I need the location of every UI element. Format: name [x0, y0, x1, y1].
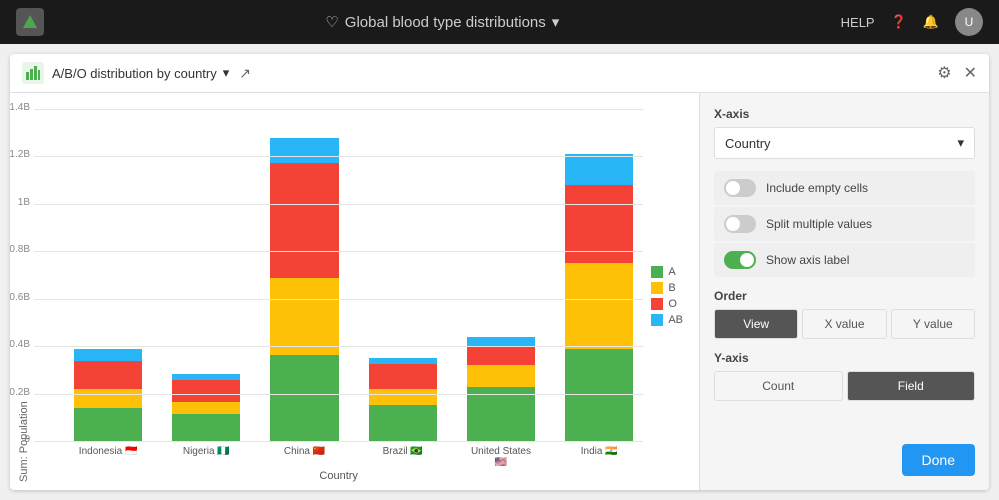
split-multiple-label: Split multiple values: [766, 217, 872, 231]
panel-header-actions: ⚙ ✕: [937, 63, 977, 83]
legend-label: B: [668, 282, 675, 294]
settings-icon[interactable]: ⚙: [937, 63, 951, 83]
legend-color-box: [651, 298, 663, 310]
y-axis-buttons: Count Field: [714, 371, 975, 401]
legend-item: A: [651, 266, 683, 278]
gridline-1: 1.4B: [34, 109, 643, 110]
chart-plot: 1.4B 1.2B 1B 0.8B 0.6B 0.4B 0.2B 0: [34, 109, 643, 482]
legend-label: A: [668, 266, 675, 278]
gridline-2: 1.2B: [34, 156, 643, 157]
panel-header: A/B/O distribution by country ▾ ↗ ⚙ ✕: [10, 54, 989, 93]
help-label[interactable]: HELP: [841, 15, 875, 30]
order-section-label: Order: [714, 289, 975, 303]
show-axis-label-toggle-row: Show axis label: [714, 243, 975, 277]
dashboard-title: Global blood type distributions: [345, 14, 546, 31]
x-axis-dropdown-chevron: ▾: [957, 135, 964, 151]
gridline-4: 0.8B: [34, 251, 643, 252]
y-axis-field-button[interactable]: Field: [847, 371, 976, 401]
legend-item: O: [651, 298, 683, 310]
notifications-icon[interactable]: 🔔: [923, 14, 939, 30]
chart-inner: Sum: Population 1.4B 1.2B 1B 0.8B 0.6B: [18, 109, 691, 482]
panel-body: Sum: Population 1.4B 1.2B 1B 0.8B 0.6B: [10, 93, 989, 490]
topbar-right: HELP ❓ 🔔 U: [841, 8, 983, 36]
include-empty-toggle-row: Include empty cells: [714, 171, 975, 205]
x-axis-section: X-axis Country ▾: [714, 107, 975, 159]
legend-label: AB: [668, 314, 683, 326]
legend-color-box: [651, 266, 663, 278]
x-axis-title: Country: [34, 470, 643, 482]
panel-title-text: A/B/O distribution by country: [52, 66, 217, 81]
include-empty-toggle[interactable]: [724, 179, 756, 197]
panel-title-chevron[interactable]: ▾: [223, 65, 230, 81]
x-axis-label-item: China 🇨🇳: [270, 446, 338, 468]
x-axis-dropdown[interactable]: Country ▾: [714, 127, 975, 159]
toggle-section: Include empty cells Split multiple value…: [714, 171, 975, 277]
gridline-6: 0.4B: [34, 346, 643, 347]
heart-icon: ♡: [325, 13, 338, 31]
title-chevron-icon: ▾: [552, 13, 560, 31]
main-content: A/B/O distribution by country ▾ ↗ ⚙ ✕ Su…: [0, 44, 999, 500]
order-view-button[interactable]: View: [714, 309, 798, 339]
chart-legend: ABOAB: [651, 246, 691, 346]
x-axis-label-item: Indonesia 🇮🇩: [74, 446, 142, 468]
topbar: ♡ Global blood type distributions ▾ HELP…: [0, 0, 999, 44]
close-icon[interactable]: ✕: [964, 63, 977, 83]
order-xvalue-button[interactable]: X value: [802, 309, 886, 339]
help-icon[interactable]: ❓: [891, 14, 907, 30]
gridline-5: 0.6B: [34, 299, 643, 300]
split-multiple-toggle-row: Split multiple values: [714, 207, 975, 241]
y-axis-count-button[interactable]: Count: [714, 371, 843, 401]
legend-item: B: [651, 282, 683, 294]
x-axis-label-item: India 🇮🇳: [565, 446, 633, 468]
panel-title: A/B/O distribution by country ▾: [52, 65, 229, 81]
include-empty-label: Include empty cells: [766, 181, 868, 195]
avatar[interactable]: U: [955, 8, 983, 36]
gridline-7: 0.2B: [34, 394, 643, 395]
y-axis-section: Y-axis Count Field: [714, 351, 975, 401]
gridline-8: 0: [34, 441, 643, 442]
chart-panel: A/B/O distribution by country ▾ ↗ ⚙ ✕ Su…: [10, 54, 989, 490]
chart-grid: 1.4B 1.2B 1B 0.8B 0.6B 0.4B 0.2B 0: [34, 109, 643, 442]
x-axis-label-item: Brazil 🇧🇷: [369, 446, 437, 468]
x-axis-label-item: United States 🇺🇸: [467, 446, 535, 468]
split-multiple-toggle[interactable]: [724, 215, 756, 233]
right-panel: X-axis Country ▾ Include empty cells Spl…: [699, 93, 989, 490]
legend-color-box: [651, 282, 663, 294]
order-yvalue-button[interactable]: Y value: [891, 309, 975, 339]
y-axis-section-label: Y-axis: [714, 351, 975, 365]
app-logo: [16, 8, 44, 36]
x-axis-labels: Indonesia 🇮🇩 Nigeria 🇳🇬 China 🇨🇳 Brazil 🇧🇷 U…: [34, 446, 643, 468]
x-axis-dropdown-value: Country: [725, 136, 771, 151]
chart-icon: [22, 62, 44, 84]
gridlines: 1.4B 1.2B 1B 0.8B 0.6B 0.4B 0.2B 0: [34, 109, 643, 442]
show-axis-label-label: Show axis label: [766, 253, 849, 267]
legend-color-box: [651, 314, 663, 326]
topbar-title: ♡ Global blood type distributions ▾: [325, 13, 559, 31]
show-axis-label-toggle[interactable]: [724, 251, 756, 269]
order-buttons: View X value Y value: [714, 309, 975, 339]
legend-label: O: [668, 298, 677, 310]
legend-item: AB: [651, 314, 683, 326]
x-axis-label-item: Nigeria 🇳🇬: [172, 446, 240, 468]
x-axis-section-label: X-axis: [714, 107, 975, 121]
done-button[interactable]: Done: [902, 444, 975, 476]
chart-area: Sum: Population 1.4B 1.2B 1B 0.8B 0.6B: [10, 93, 699, 490]
export-icon[interactable]: ↗: [239, 65, 251, 82]
gridline-3: 1B: [34, 204, 643, 205]
order-section: Order View X value Y value: [714, 289, 975, 339]
